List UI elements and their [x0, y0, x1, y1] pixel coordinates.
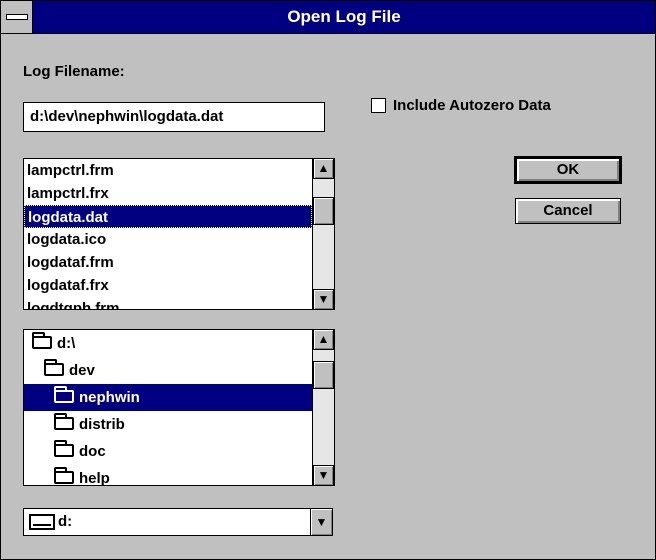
directory-item[interactable]: distrib: [24, 411, 312, 438]
directory-item[interactable]: nephwin: [24, 384, 312, 411]
directory-list-scrollbar[interactable]: ▲ ▼: [312, 330, 334, 485]
directory-item-label: dev: [69, 362, 95, 379]
open-log-file-dialog: Open Log File Log Filename: d:\dev\nephw…: [0, 0, 656, 560]
minus-bar-icon: [6, 14, 28, 20]
directory-item-label: doc: [79, 443, 106, 460]
drive-icon: [29, 514, 55, 530]
directory-item[interactable]: help: [24, 465, 312, 486]
ok-button[interactable]: OK: [514, 156, 622, 184]
directory-item-label: d:\: [57, 335, 76, 352]
system-menu-button[interactable]: [1, 1, 33, 33]
directory-item-label: distrib: [79, 416, 125, 433]
up-arrow-icon: ▲: [317, 161, 330, 175]
scroll-thumb[interactable]: [313, 361, 334, 389]
file-list-item[interactable]: logdataf.frm: [24, 251, 312, 274]
window-title: Open Log File: [287, 7, 401, 26]
drive-value: d:: [58, 513, 73, 530]
open-folder-icon: [54, 386, 74, 403]
include-autozero-label[interactable]: Include Autozero Data: [393, 96, 551, 116]
directory-item[interactable]: dev: [24, 357, 312, 384]
file-list-item[interactable]: lampctrl.frm: [24, 159, 312, 182]
file-list-item[interactable]: logdataf.frx: [24, 274, 312, 297]
scroll-thumb[interactable]: [313, 197, 334, 225]
down-arrow-icon: ▼: [315, 515, 328, 529]
closed-folder-icon: [54, 467, 74, 484]
scroll-down-button[interactable]: ▼: [313, 289, 334, 309]
file-list-item[interactable]: lampctrl.frx: [24, 182, 312, 205]
open-folder-icon: [32, 332, 52, 349]
down-arrow-icon: ▼: [317, 468, 330, 482]
drive-select[interactable]: d: ▼: [23, 508, 333, 536]
file-list-items: lampctrl.frm lampctrl.frx logdata.dat logda…: [24, 159, 312, 309]
directory-item-label: nephwin: [79, 389, 140, 406]
log-filename-input[interactable]: d:\dev\nephwin\logdata.dat: [23, 102, 325, 132]
closed-folder-icon: [54, 440, 74, 457]
directory-list-items: d:\ dev nephwin distrib doc help: [24, 330, 312, 485]
file-list-item[interactable]: logdata.dat: [24, 205, 312, 228]
file-list[interactable]: lampctrl.frm lampctrl.frx logdata.dat logda…: [23, 158, 335, 310]
file-list-item[interactable]: logdata.ico: [24, 228, 312, 251]
include-autozero-checkbox[interactable]: [371, 98, 386, 113]
drive-dropdown-button[interactable]: ▼: [310, 509, 332, 535]
cancel-button[interactable]: Cancel: [515, 198, 621, 224]
open-folder-icon: [44, 359, 64, 376]
directory-item[interactable]: doc: [24, 438, 312, 465]
file-list-item[interactable]: logdtgph.frm: [24, 297, 312, 309]
directory-list[interactable]: d:\ dev nephwin distrib doc help ▲ ▼: [23, 329, 335, 486]
closed-folder-icon: [54, 413, 74, 430]
directory-item-label: help: [79, 470, 110, 486]
title-bar[interactable]: Open Log File: [1, 1, 655, 34]
down-arrow-icon: ▼: [317, 292, 330, 306]
file-list-scrollbar[interactable]: ▲ ▼: [312, 159, 334, 309]
scroll-up-button[interactable]: ▲: [313, 330, 334, 350]
log-filename-label: Log Filename:: [23, 63, 125, 80]
scroll-down-button[interactable]: ▼: [313, 465, 334, 485]
directory-item[interactable]: d:\: [24, 330, 312, 357]
scroll-up-button[interactable]: ▲: [313, 159, 334, 179]
up-arrow-icon: ▲: [317, 332, 330, 346]
